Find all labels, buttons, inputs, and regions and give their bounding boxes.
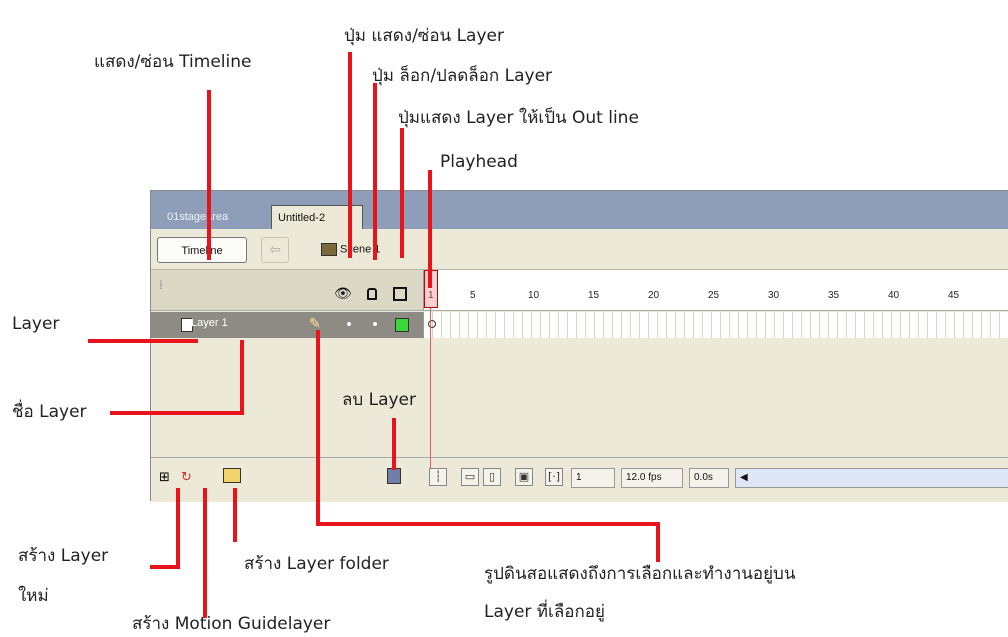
callout-line-layer-name-h: [110, 411, 243, 415]
outline-icon[interactable]: [393, 287, 407, 301]
label-pencil-desc-2: Layer ที่เลือกอยู่: [484, 602, 605, 622]
outline-color-square[interactable]: [395, 318, 409, 332]
label-new-layer-folder: สร้าง Layer folder: [244, 554, 389, 574]
insert-layer-icon[interactable]: ⊞: [159, 470, 170, 485]
eye-icon[interactable]: 👁: [334, 286, 352, 302]
frame-tick: 10: [528, 290, 540, 301]
document-tab-bar: 01stagearea Untitled-2: [151, 191, 1008, 229]
callout-line-folder: [233, 488, 237, 542]
callout-line-layer: [88, 339, 198, 343]
center-frame-icon[interactable]: ┆: [429, 468, 447, 486]
playhead-line: [430, 308, 431, 468]
label-lock-unlock: ปุ่ม ล็อก/ปลดล็อก Layer: [372, 66, 553, 86]
onion-outline-icon[interactable]: ▯: [483, 468, 501, 486]
label-show-hide-layer: ปุ่ม แสดง/ซ่อน Layer: [344, 26, 504, 46]
callout-line-outline: [400, 128, 404, 258]
callout-line-lock: [373, 83, 377, 260]
label-show-hide-timeline: แสดง/ซ่อน Timeline: [94, 52, 252, 72]
current-frame-field: 1: [571, 468, 615, 488]
label-layer: Layer: [12, 314, 60, 334]
frame-tick: 30: [768, 290, 780, 301]
lock-icon[interactable]: [367, 288, 377, 300]
frame-ruler[interactable]: 1 5 10 15 20 25 30 35 40 45: [423, 270, 1008, 311]
layer-frames[interactable]: [423, 312, 1008, 338]
label-layer-name: ชื่อ Layer: [12, 402, 87, 422]
elapsed-field: 0.0s: [689, 468, 729, 488]
callout-line-timeline: [207, 90, 211, 260]
edit-bar: Timeline ⇦ Scene 1: [151, 229, 1008, 270]
onion-skin-icon[interactable]: ▭: [461, 468, 479, 486]
frame-tick: 20: [648, 290, 660, 301]
frame-tick: 25: [708, 290, 720, 301]
timeline-status-bar: ⊞ ↻ ┆ ▭ ▯ ▣ [·] 1 12.0 fps 0.0s ◀: [151, 457, 1008, 502]
layer-header: ⁞: [151, 270, 423, 311]
label-playhead: Playhead: [440, 152, 518, 172]
layer-row[interactable]: Layer 1 ✎: [151, 312, 423, 338]
frame-tick: 15: [588, 290, 600, 301]
visibility-dot[interactable]: [347, 322, 351, 326]
lock-dot[interactable]: [373, 322, 377, 326]
grip-icon: ⁞: [159, 278, 163, 292]
callout-line-motion-guide: [203, 488, 207, 618]
clapper-icon: [321, 243, 337, 256]
callout-line-eye: [348, 52, 352, 258]
new-folder-icon[interactable]: [223, 468, 241, 483]
tab-01stagearea[interactable]: 01stagearea: [161, 205, 234, 229]
label-outline: ปุ่มแสดง Layer ให้เป็น Out line: [398, 108, 639, 128]
onion-markers-icon[interactable]: [·]: [545, 468, 563, 486]
callout-line-pencil-v: [316, 330, 320, 526]
timeline-panel: 01stagearea Untitled-2 Timeline ⇦ Scene …: [150, 190, 1008, 502]
frame-tick: 5: [470, 290, 476, 301]
edit-multiple-icon[interactable]: ▣: [515, 468, 533, 486]
horizontal-scrollbar[interactable]: ◀: [735, 468, 1008, 488]
trash-icon[interactable]: [387, 468, 401, 484]
callout-line-layer-name-v: [240, 340, 244, 415]
label-delete-layer: ลบ Layer: [342, 390, 417, 410]
fps-field: 12.0 fps: [621, 468, 683, 488]
layer-name-label[interactable]: Layer 1: [191, 317, 228, 329]
label-motion-guide: สร้าง Motion Guidelayer: [132, 614, 331, 634]
callout-line-new-layer-v: [176, 488, 180, 569]
timeline-toggle-button[interactable]: Timeline: [157, 237, 247, 263]
callout-line-pencil-h: [316, 522, 660, 526]
callout-line-delete: [392, 418, 396, 470]
frame-tick: 35: [828, 290, 840, 301]
motion-guide-icon[interactable]: ↻: [181, 470, 192, 485]
back-arrow-icon[interactable]: ⇦: [261, 237, 289, 263]
label-pencil-desc-1: รูปดินสอแสดงถึงการเลือกและทำงานอยู่บน: [484, 564, 796, 584]
callout-line-playhead: [428, 170, 432, 288]
frame-tick: 40: [888, 290, 900, 301]
frame-tick: 45: [948, 290, 960, 301]
label-new-layer-2: ใหม่: [18, 586, 49, 606]
callout-line-pencil-v2: [656, 522, 660, 562]
label-new-layer-1: สร้าง Layer: [18, 546, 109, 566]
